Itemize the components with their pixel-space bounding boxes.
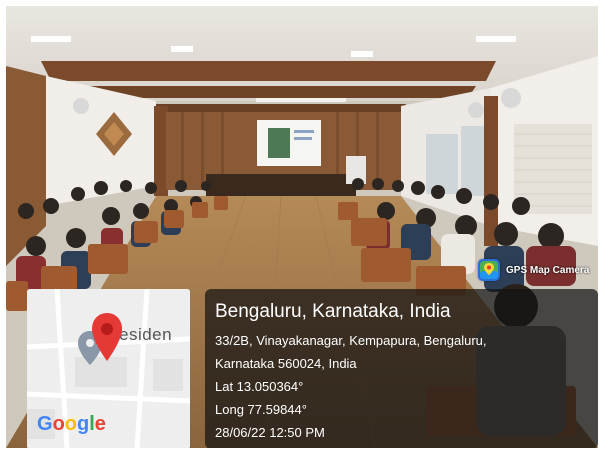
place-name: Bengaluru, Karnataka, India bbox=[215, 301, 451, 322]
address-line-2: Karnataka 560024, India bbox=[215, 356, 357, 371]
google-logo-letter: o bbox=[52, 413, 65, 435]
map-pin-app-icon bbox=[478, 259, 500, 281]
gps-map-camera-badge: GPS Map Camera bbox=[478, 258, 598, 282]
map-thumbnail: esiden Google bbox=[27, 289, 190, 448]
location-pin-icon bbox=[92, 313, 122, 361]
google-logo: Google bbox=[37, 413, 106, 436]
photo-frame: GPS Map Camera esiden Google Bengaluru, … bbox=[6, 6, 598, 448]
longitude: Long 77.59844° bbox=[215, 402, 307, 417]
app-name-label: GPS Map Camera bbox=[506, 264, 590, 276]
location-info-panel: Bengaluru, Karnataka, India 33/2B, Vinay… bbox=[205, 289, 598, 448]
latitude: Lat 13.050364° bbox=[215, 379, 304, 394]
address-line-1: 33/2B, Vinayakanagar, Kempapura, Bengalu… bbox=[215, 333, 487, 348]
timestamp: 28/06/22 12:50 PM bbox=[215, 425, 325, 440]
map-place-label: esiden bbox=[119, 325, 173, 344]
google-logo-letter: e bbox=[94, 413, 106, 435]
google-logo-letter: g bbox=[77, 413, 90, 435]
google-logo-letter: o bbox=[64, 413, 77, 435]
google-logo-letter: G bbox=[37, 413, 53, 435]
